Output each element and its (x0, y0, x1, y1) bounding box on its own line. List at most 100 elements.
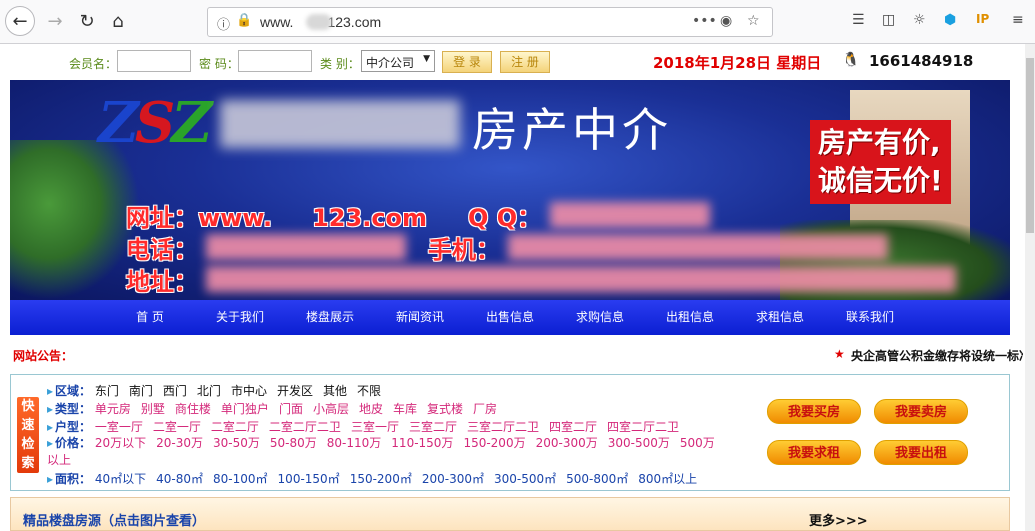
url-bar[interactable]: ⓘ 🔒 www. 123.com ••• ◉ ☆ (207, 7, 773, 37)
page-actions-button[interactable]: ••• (692, 13, 717, 29)
price-option[interactable]: 20万以下 (95, 436, 146, 450)
notice-marquee[interactable]: 央企高管公积金缴存将设统一标准 (851, 347, 1023, 364)
library-icon[interactable]: ☰ (852, 12, 865, 28)
info-icon[interactable]: ⓘ (217, 14, 230, 33)
nav-news[interactable]: 新闻资讯 (375, 300, 465, 335)
main-nav: 首 页 关于我们 楼盘展示 新闻资讯 出售信息 求购信息 出租信息 求租信息 联… (10, 300, 1010, 335)
password-input[interactable] (238, 50, 312, 72)
nav-properties[interactable]: 楼盘展示 (285, 300, 375, 335)
size-option[interactable]: 100-150㎡ (278, 472, 340, 486)
buy-house-button[interactable]: 我要买房 (767, 399, 861, 424)
layout-option[interactable]: 二室一厅 (153, 420, 201, 434)
size-option[interactable]: 200-300㎡ (422, 472, 484, 486)
nav-about[interactable]: 关于我们 (195, 300, 285, 335)
layout-option[interactable]: 四室二厅二卫 (607, 420, 679, 434)
nav-for-sale[interactable]: 出售信息 (465, 300, 555, 335)
type-option[interactable]: 小高层 (313, 402, 349, 416)
price-option[interactable]: 300-500万 (608, 436, 670, 450)
price-option[interactable]: 50-80万 (270, 436, 317, 450)
arrow-bullet-icon: ▸ (47, 420, 54, 434)
area-option[interactable]: 市中心 (231, 384, 267, 398)
layout-option[interactable]: 二室二厅 (211, 420, 259, 434)
forward-button[interactable]: → (40, 6, 70, 36)
home-button[interactable]: ⌂ (103, 6, 133, 36)
layout-option[interactable]: 一室一厅 (95, 420, 143, 434)
type-option[interactable]: 商住楼 (175, 402, 211, 416)
size-option[interactable]: 800㎡以上 (638, 472, 697, 486)
area-option[interactable]: 其他 (323, 384, 347, 398)
nav-rent-wanted[interactable]: 求租信息 (735, 300, 825, 335)
more-link[interactable]: 更多>>> (809, 510, 868, 529)
arrow-bullet-icon: ▸ (47, 402, 54, 416)
area-option[interactable]: 北门 (197, 384, 221, 398)
type-option[interactable]: 复式楼 (427, 402, 463, 416)
phone-line-label: 电话： (126, 236, 198, 264)
back-button[interactable]: ← (5, 6, 35, 36)
rent-out-button[interactable]: 我要出租 (874, 440, 968, 465)
size-option[interactable]: 300-500㎡ (494, 472, 556, 486)
nav-wanted[interactable]: 求购信息 (555, 300, 645, 335)
type-option[interactable]: 车库 (393, 402, 417, 416)
category-select[interactable]: 中介公司 ▼ (361, 50, 435, 72)
size-option[interactable]: 40㎡以下 (95, 472, 146, 486)
area-option[interactable]: 南门 (129, 384, 153, 398)
member-input[interactable] (117, 50, 191, 72)
layout-option[interactable]: 四室二厅 (549, 420, 597, 434)
type-option[interactable]: 单门独户 (221, 402, 269, 416)
qq-penguin-icon: 🐧 (842, 52, 860, 68)
quick-search-tag: 快速检索 (17, 397, 39, 473)
dropdown-arrow-icon: ▼ (423, 54, 430, 64)
banner-title: 房产中介 (472, 103, 672, 157)
area-option[interactable]: 东门 (95, 384, 119, 398)
price-option[interactable]: 110-150万 (391, 436, 453, 450)
size-option[interactable]: 150-200㎡ (350, 472, 412, 486)
type-option[interactable]: 地皮 (359, 402, 383, 416)
type-option[interactable]: 厂房 (473, 402, 497, 416)
layout-option[interactable]: 三室一厅 (351, 420, 399, 434)
insecure-lock-icon[interactable]: 🔒 (236, 13, 252, 28)
nav-home[interactable]: 首 页 (105, 300, 195, 335)
address-redaction (206, 266, 956, 292)
price-option[interactable]: 200-300万 (536, 436, 598, 450)
category-selected-value: 中介公司 (366, 56, 415, 70)
menu-icon[interactable]: ≡ (1012, 12, 1024, 28)
browser-toolbar: ← → ↻ ⌂ ⓘ 🔒 www. 123.com ••• ◉ ☆ ☰ ◫ ☼ ⬢ … (0, 0, 1035, 44)
size-option[interactable]: 40-80㎡ (156, 472, 203, 486)
seek-rental-button[interactable]: 我要求租 (767, 440, 861, 465)
login-button[interactable]: 登 录 (442, 51, 492, 73)
layout-option[interactable]: 三室二厅 (409, 420, 457, 434)
type-option[interactable]: 门面 (279, 402, 303, 416)
ip-extension-icon[interactable]: IP (976, 12, 989, 26)
register-button[interactable]: 注 册 (500, 51, 550, 73)
area-option[interactable]: 开发区 (277, 384, 313, 398)
layout-option[interactable]: 二室二厅二卫 (269, 420, 341, 434)
scrollbar-thumb[interactable] (1026, 58, 1034, 233)
price-option[interactable]: 80-110万 (327, 436, 382, 450)
featured-listings-header: 精品楼盘房源（点击图片查看） 更多>>> (10, 497, 1010, 531)
size-option[interactable]: 80-100㎡ (213, 472, 268, 486)
size-option[interactable]: 500-800㎡ (566, 472, 628, 486)
page-scrollbar[interactable] (1025, 44, 1035, 531)
extension-cube-icon[interactable]: ⬢ (944, 12, 956, 28)
sell-house-button[interactable]: 我要卖房 (874, 399, 968, 424)
reload-button[interactable]: ↻ (72, 6, 102, 36)
pocket-icon[interactable]: ◉ (720, 13, 732, 29)
nav-for-rent[interactable]: 出租信息 (645, 300, 735, 335)
nav-contact[interactable]: 联系我们 (825, 300, 915, 335)
qq-number: 1661484918 (869, 52, 974, 70)
area-option[interactable]: 不限 (357, 384, 381, 398)
price-option[interactable]: 150-200万 (463, 436, 525, 450)
type-option[interactable]: 单元房 (95, 402, 131, 416)
price-option[interactable]: 20-30万 (156, 436, 203, 450)
sync-icon[interactable]: ☼ (913, 12, 926, 28)
area-option[interactable]: 西门 (163, 384, 187, 398)
type-option[interactable]: 别墅 (141, 402, 165, 416)
layout-option[interactable]: 三室二厅二卫 (467, 420, 539, 434)
current-date: 2018年1月28日 星期日 (653, 54, 822, 72)
price-option[interactable]: 30-50万 (213, 436, 260, 450)
bookmark-star-icon[interactable]: ☆ (747, 13, 760, 29)
qq-redaction (550, 202, 710, 228)
sidebar-icon[interactable]: ◫ (882, 12, 895, 28)
arrow-bullet-icon: ▸ (47, 436, 54, 450)
zsz-logo: ZSZ (98, 90, 212, 156)
